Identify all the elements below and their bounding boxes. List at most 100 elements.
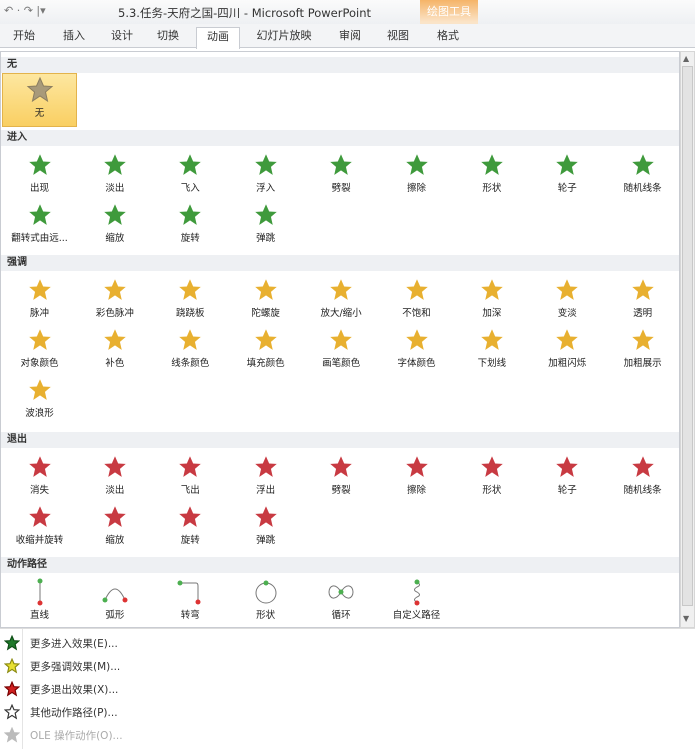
effect-emphasis-7[interactable]: 变淡 [530, 274, 605, 324]
effect-exit-12[interactable]: 弹跳 [228, 501, 303, 551]
effect-entrance-5[interactable]: 擦除 [379, 149, 454, 199]
tab-4[interactable]: 动画 [196, 27, 240, 49]
effect-entrance-11[interactable]: 旋转 [153, 199, 228, 249]
effect-emphasis-16[interactable]: 加粗闪烁 [530, 324, 605, 374]
effect-exit-11[interactable]: 旋转 [153, 501, 228, 551]
effect-emphasis-2[interactable]: 跷跷板 [153, 274, 228, 324]
tab-8[interactable]: 格式 [426, 27, 470, 48]
effect-exit-2[interactable]: 飞出 [153, 451, 228, 501]
tab-7[interactable]: 视图 [378, 27, 418, 48]
effect-emphasis-15[interactable]: 下划线 [454, 324, 529, 374]
menu-item-label: 其他动作路径(P)... [30, 707, 118, 719]
emphasis-star-icon [454, 326, 529, 354]
emphasis-star-icon [2, 376, 77, 404]
exit-star-icon [304, 453, 379, 481]
effect-exit-8[interactable]: 随机线条 [605, 451, 679, 501]
effect-emphasis-11[interactable]: 线条颜色 [153, 324, 228, 374]
effect-label: 下划线 [477, 358, 507, 369]
entrance-star-icon [379, 151, 454, 179]
effect-emphasis-9[interactable]: 对象颜色 [2, 324, 77, 374]
scroll-thumb[interactable] [682, 66, 693, 606]
effect-label: 形状 [482, 183, 502, 194]
tab-1[interactable]: 插入 [56, 27, 92, 48]
tab-0[interactable]: 开始 [4, 27, 44, 48]
effect-emphasis-1[interactable]: 彩色脉冲 [77, 274, 152, 324]
effect-path-5[interactable]: 自定义路径 [379, 576, 454, 626]
effect-entrance-9[interactable]: 翻转式由远... [2, 199, 77, 249]
effect-path-4[interactable]: 循环 [304, 576, 379, 626]
effect-entrance-1[interactable]: 淡出 [77, 149, 152, 199]
scroll-up-arrow-icon[interactable]: ▲ [683, 54, 689, 63]
effect-entrance-8[interactable]: 随机线条 [605, 149, 679, 199]
effect-entrance-2[interactable]: 飞入 [153, 149, 228, 199]
effect-emphasis-8[interactable]: 透明 [605, 274, 679, 324]
effect-label: 彩色脉冲 [95, 308, 134, 319]
entrance-star-icon [605, 151, 679, 179]
scroll-down-arrow-icon[interactable]: ▼ [683, 614, 689, 623]
emphasis-star-icon [228, 276, 303, 304]
effect-emphasis-17[interactable]: 加粗展示 [605, 324, 679, 374]
entrance-star-icon [2, 151, 77, 179]
effect-exit-1[interactable]: 淡出 [77, 451, 152, 501]
effect-emphasis-6[interactable]: 加深 [454, 274, 529, 324]
emphasis-star-icon [77, 326, 152, 354]
effect-label: 劈裂 [331, 183, 351, 194]
effect-exit-0[interactable]: 消失 [2, 451, 77, 501]
emphasis-star-icon [2, 326, 77, 354]
effect-label: 劈裂 [331, 485, 351, 496]
menu-item-4[interactable]: OLE 操作动作(O)... [0, 723, 695, 746]
quick-access-toolbar[interactable]: ↶ · ↷ |▾ [4, 4, 46, 17]
effect-exit-10[interactable]: 缩放 [77, 501, 152, 551]
effect-entrance-12[interactable]: 弹跳 [228, 199, 303, 249]
effect-emphasis-18[interactable]: 波浪形 [2, 374, 77, 424]
emphasis-star-icon [153, 326, 228, 354]
effect-exit-5[interactable]: 擦除 [379, 451, 454, 501]
menu-item-1[interactable]: 更多强调效果(M)... [0, 654, 695, 677]
effect-exit-7[interactable]: 轮子 [530, 451, 605, 501]
effect-label: 字体颜色 [397, 358, 436, 369]
tab-3[interactable]: 切换 [150, 27, 186, 48]
effect-emphasis-5[interactable]: 不饱和 [379, 274, 454, 324]
effect-path-3[interactable]: 形状 [228, 576, 303, 626]
effect-label: 缩放 [105, 233, 125, 244]
effect-exit-4[interactable]: 劈裂 [304, 451, 379, 501]
entrance-star-icon [153, 201, 228, 229]
tab-5[interactable]: 幻灯片放映 [248, 27, 320, 48]
gallery-scrollbar[interactable]: ▲ ▼ [680, 51, 695, 628]
effect-entrance-10[interactable]: 缩放 [77, 199, 152, 249]
effect-emphasis-4[interactable]: 放大/缩小 [304, 274, 379, 324]
tab-2[interactable]: 设计 [104, 27, 140, 48]
effect-entrance-0[interactable]: 出现 [2, 149, 77, 199]
green-star-icon [3, 634, 21, 651]
effect-emphasis-0[interactable]: 脉冲 [2, 274, 77, 324]
effect-emphasis-14[interactable]: 字体颜色 [379, 324, 454, 374]
effect-exit-9[interactable]: 收缩并旋转 [2, 501, 77, 551]
effect-emphasis-10[interactable]: 补色 [77, 324, 152, 374]
yellow-star-icon [3, 657, 21, 674]
menu-item-3[interactable]: 其他动作路径(P)... [0, 700, 695, 723]
effect-path-2[interactable]: 转弯 [153, 576, 228, 626]
entrance-star-icon [228, 201, 303, 229]
effect-path-0[interactable]: 直线 [2, 576, 77, 626]
effect-entrance-6[interactable]: 形状 [454, 149, 529, 199]
effect-none-0[interactable]: 无 [2, 73, 77, 127]
menu-item-0[interactable]: 更多进入效果(E)... [0, 631, 695, 654]
effect-exit-6[interactable]: 形状 [454, 451, 529, 501]
section-header-path: 动作路径 [1, 557, 679, 573]
outline-star-icon [3, 703, 21, 720]
menu-item-2[interactable]: 更多退出效果(X)... [0, 677, 695, 700]
effect-label: 补色 [105, 358, 125, 369]
effect-entrance-3[interactable]: 浮入 [228, 149, 303, 199]
effect-entrance-4[interactable]: 劈裂 [304, 149, 379, 199]
effect-label: 擦除 [406, 485, 426, 496]
effect-path-1[interactable]: 弧形 [77, 576, 152, 626]
tab-6[interactable]: 审阅 [330, 27, 370, 48]
effect-label: 透明 [633, 308, 653, 319]
effect-label: 旋转 [180, 535, 200, 546]
effect-emphasis-12[interactable]: 填充颜色 [228, 324, 303, 374]
effect-emphasis-13[interactable]: 画笔颜色 [304, 324, 379, 374]
effect-exit-3[interactable]: 浮出 [228, 451, 303, 501]
effect-entrance-7[interactable]: 轮子 [530, 149, 605, 199]
emphasis-star-icon [605, 326, 679, 354]
effect-emphasis-3[interactable]: 陀螺旋 [228, 274, 303, 324]
